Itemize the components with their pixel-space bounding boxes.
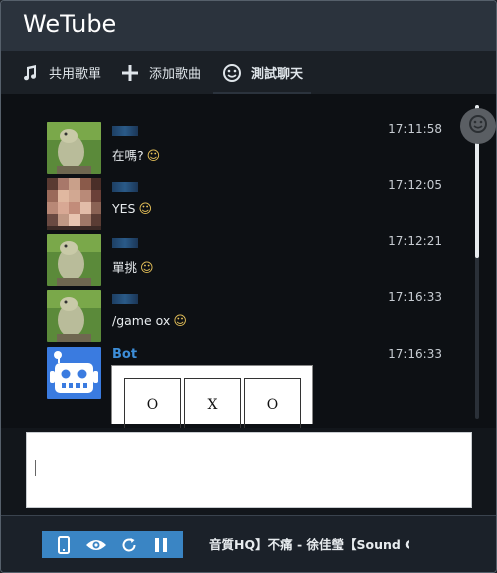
music-note-icon [19,62,41,84]
app-title: WeTube [23,10,117,38]
chat-panel[interactable]: 在嗎? ☺ 17:11:58 YES ☺ 17:12:05 單挑 ☺ 17:12… [1,94,496,428]
player-controls [42,531,183,558]
message-text: 在嗎? ☺ [112,148,161,164]
refresh-icon[interactable] [118,534,140,556]
smiley-emoji-icon: ☺ [140,261,154,276]
tab-label: 添加歌曲 [149,67,202,82]
pause-icon[interactable] [150,534,172,556]
frog-avatar [47,290,101,342]
chat-message: 在嗎? ☺ 17:11:58 [47,122,447,176]
tab-add-song[interactable]: 添加歌曲 [119,51,201,94]
message-time: 17:12:21 [388,234,442,248]
smiley-emoji-icon: ☺ [173,314,187,329]
board-cell[interactable]: O [124,378,181,428]
username-blurred [112,126,138,136]
bot-username: Bot [112,347,138,362]
message-text: 單挑 ☺ [112,260,154,276]
title-bar: WeTube [1,1,496,51]
pixelated-avatar [47,178,101,230]
smiley-emoji-icon: ☺ [146,149,161,164]
robot-avatar [47,347,101,399]
player-footer: 音質HQ】不痛 - 徐佳瑩【Sound C [1,515,496,572]
message-time: 17:16:33 [388,347,442,361]
board-cell[interactable]: O [244,378,301,428]
tab-label: 共用歌單 [49,67,102,82]
smiley-icon [221,62,243,84]
chat-message: /game ox ☺ 17:16:33 [47,290,447,344]
chat-message: 單挑 ☺ 17:12:21 [47,234,447,288]
plus-icon [119,62,141,84]
chat-message: YES ☺ 17:12:05 [47,178,447,232]
username-blurred [112,294,138,304]
message-time: 17:16:33 [388,290,442,304]
emoji-picker-button[interactable] [460,108,496,144]
chat-input[interactable] [26,432,472,508]
text-caret [35,460,36,476]
now-playing-title: 音質HQ】不痛 - 徐佳瑩【Sound C [209,537,409,552]
tab-bar: 共用歌單 添加歌曲 測試聊天 [1,51,496,94]
eye-icon[interactable] [85,534,107,556]
message-time: 17:12:05 [388,178,442,192]
chat-message-bot: Bot 17:16:33 O X O [47,347,447,428]
username-blurred [112,238,138,248]
frog-avatar [47,122,101,174]
smiley-icon [468,114,488,138]
frog-avatar [47,234,101,286]
tic-tac-toe-board: O X O [111,365,313,428]
message-text: /game ox ☺ [112,313,187,329]
mobile-icon[interactable] [53,534,75,556]
message-text: YES ☺ [112,201,153,217]
tab-label: 測試聊天 [251,67,304,82]
tab-test-chat[interactable]: 測試聊天 [213,51,312,94]
smiley-emoji-icon: ☺ [138,202,153,217]
username-blurred [112,182,138,192]
tab-shared-playlist[interactable]: 共用歌單 [19,51,101,94]
app-window: WeTube 共用歌單 添加歌曲 測試聊天 在嗎? ☺ 17:11:58 YES… [0,0,497,573]
message-time: 17:11:58 [388,122,442,136]
board-cell[interactable]: X [184,378,241,428]
